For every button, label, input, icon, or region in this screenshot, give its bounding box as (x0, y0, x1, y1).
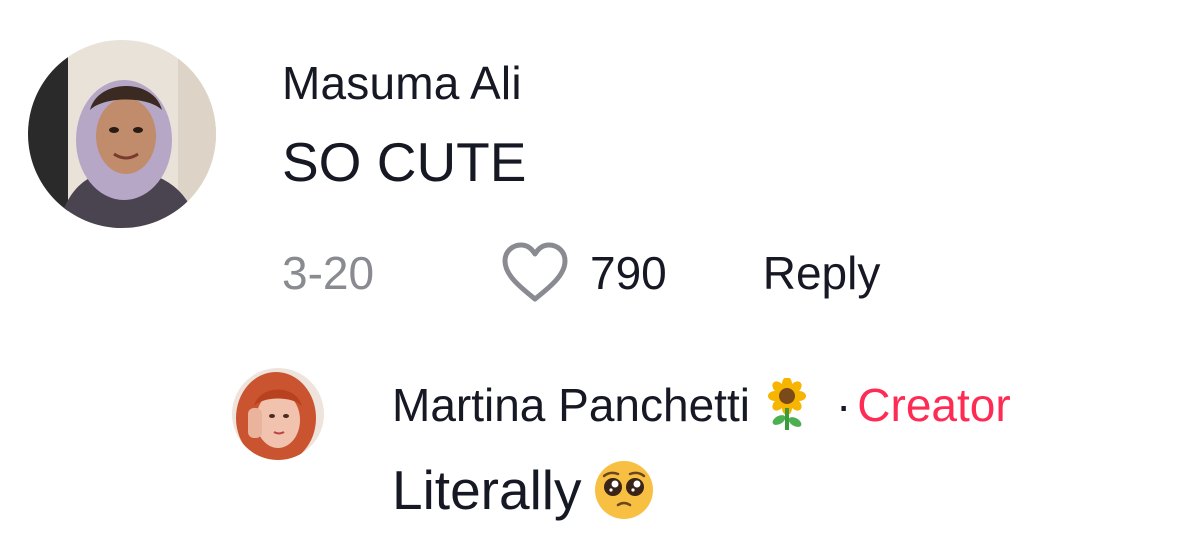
avatar[interactable] (232, 368, 324, 460)
comment-date: 3-20 (282, 247, 375, 299)
reply-text: Literally (392, 459, 582, 521)
reply-header: Martina Panchetti · Creator (392, 378, 1011, 432)
comment-username[interactable]: Masuma Ali (282, 56, 522, 110)
avatar-photo (28, 40, 216, 228)
reply-button[interactable]: Reply (763, 246, 881, 300)
pleading-face-icon (594, 461, 653, 519)
creator-badge: Creator (857, 379, 1011, 431)
separator-dot: · (835, 379, 852, 431)
comment-text: SO CUTE (282, 131, 527, 193)
like-count: 790 (590, 247, 667, 299)
heart-outline-icon (502, 242, 568, 302)
comment-meta: 3-20 790 Reply (282, 238, 880, 308)
avatar-photo (232, 368, 324, 460)
reply-username[interactable]: Martina Panchetti (392, 378, 750, 432)
avatar[interactable] (28, 40, 216, 228)
sunflower-icon (767, 378, 806, 430)
reply-body: Literally (392, 458, 656, 522)
like-button[interactable]: 790 (500, 241, 667, 305)
